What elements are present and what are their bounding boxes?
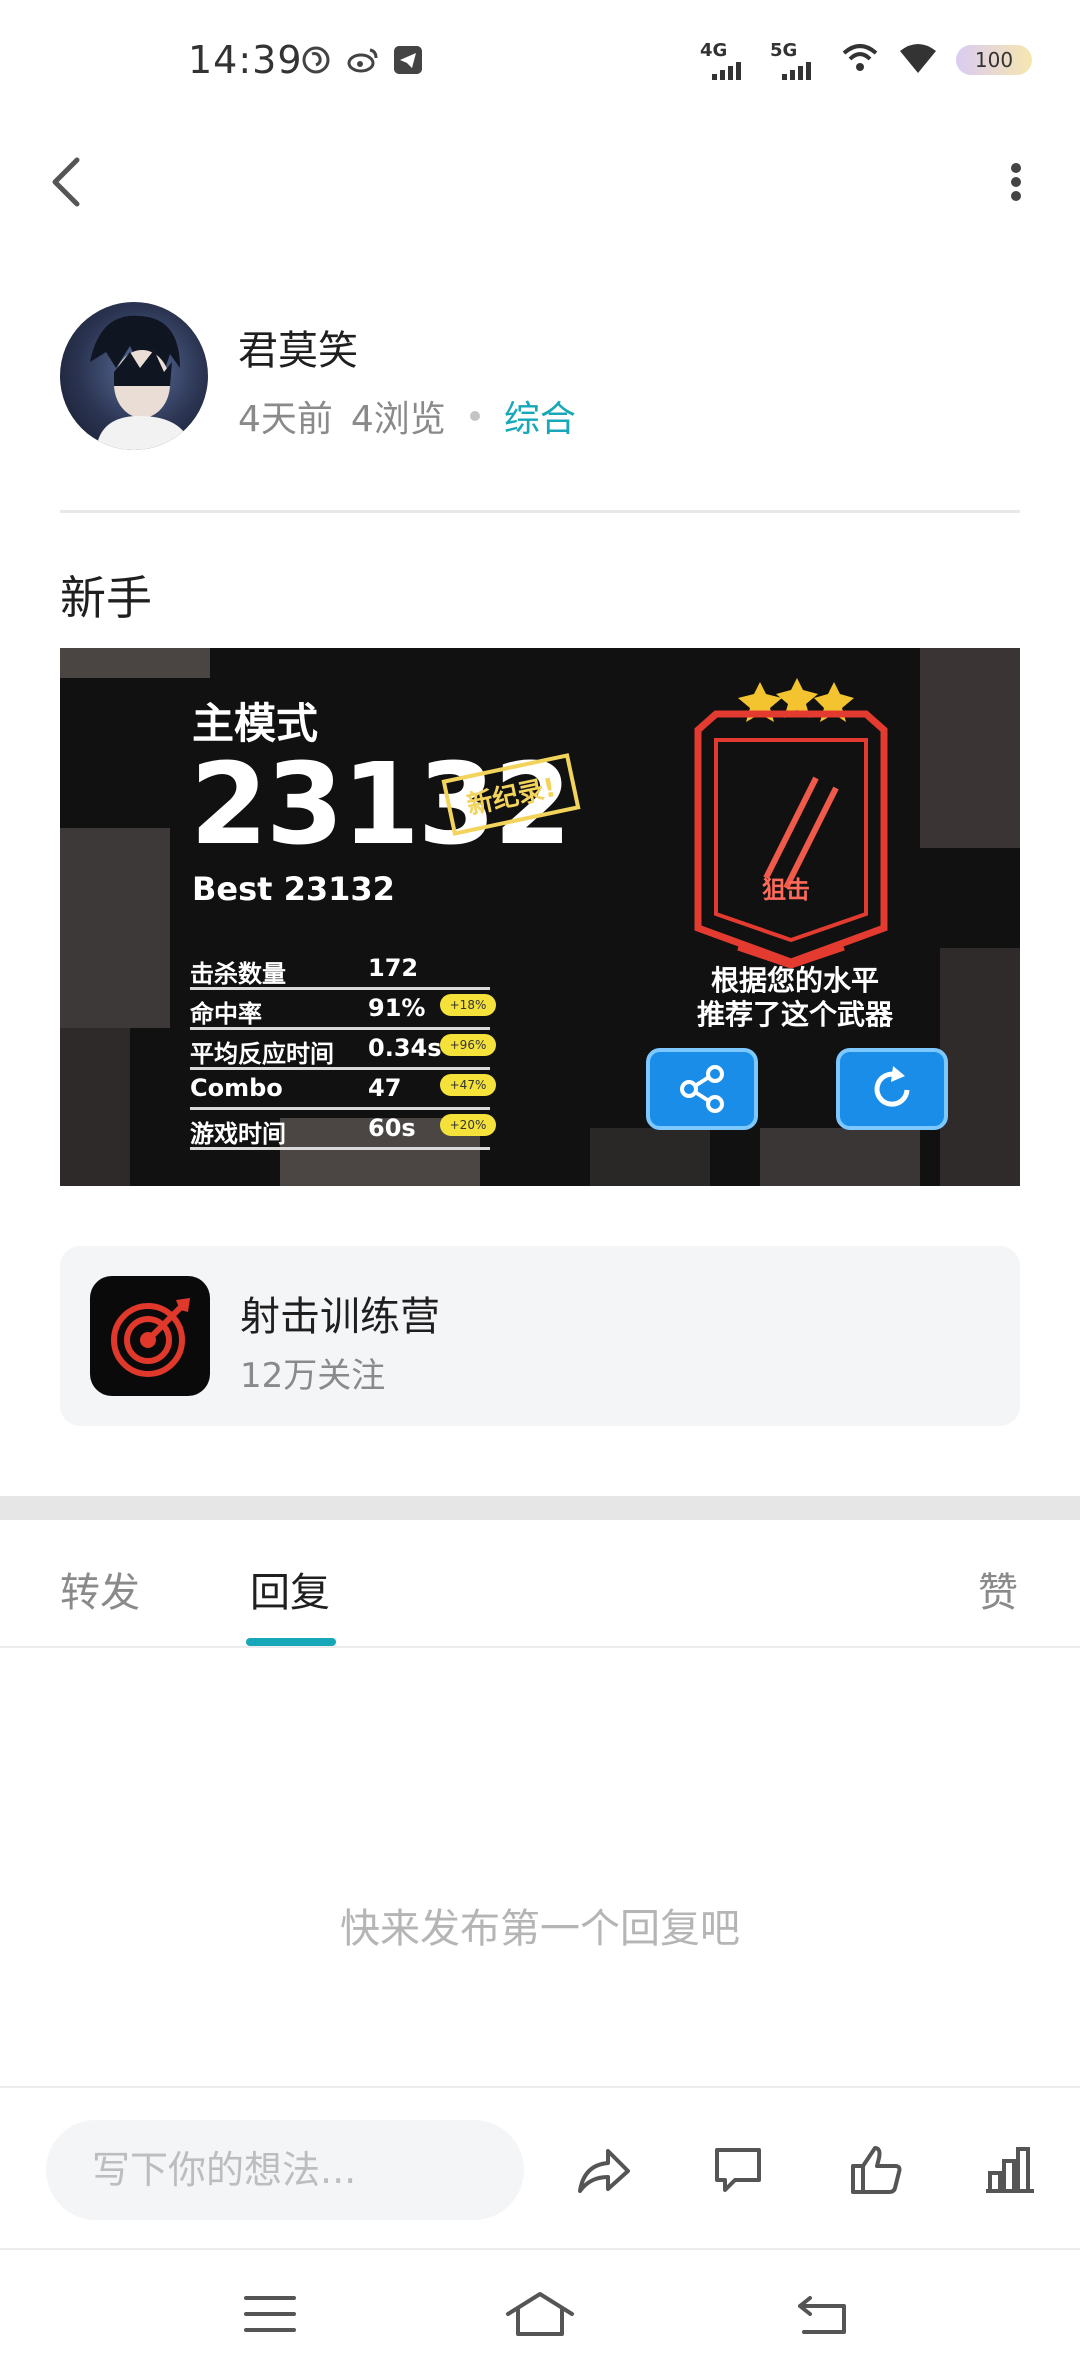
author-avatar[interactable]	[60, 302, 208, 450]
comment-icon	[715, 2148, 761, 2192]
stat-bonus-badge: +18%	[440, 994, 496, 1016]
post-time: 4天前	[238, 399, 333, 440]
wifi-icon	[898, 41, 938, 79]
refresh-icon	[874, 1066, 910, 1107]
nav-home-button[interactable]	[504, 2282, 576, 2346]
active-tab-indicator	[246, 1638, 336, 1646]
stat-row: 游戏时间 60s +20%	[190, 1110, 496, 1150]
empty-replies-hint: 快来发布第一个回复吧	[340, 1906, 740, 1952]
stat-row: 击杀数量 172	[190, 950, 490, 990]
signal-4g-icon: 4G	[700, 40, 752, 80]
telegram-icon	[392, 44, 424, 76]
stat-row: 命中率 91% +18%	[190, 990, 496, 1030]
post-title: 新手	[60, 571, 152, 625]
hotspot-icon	[840, 41, 880, 79]
game-retry-button	[836, 1048, 948, 1130]
netease-icon	[300, 44, 332, 76]
author-divider	[60, 510, 1020, 513]
status-time: 14:39	[188, 38, 303, 82]
return-icon	[798, 2296, 846, 2334]
system-nav-bar	[0, 2252, 1080, 2376]
bottom-action-bar	[0, 2086, 1080, 2250]
stat-row: 平均反应时间 0.34s +96%	[190, 1030, 496, 1070]
nav-menu-button[interactable]	[234, 2282, 306, 2346]
like-button[interactable]	[844, 2138, 908, 2202]
stat-row: Combo 47 +47%	[190, 1070, 496, 1110]
share-nodes-icon	[680, 1065, 724, 1113]
comment-button[interactable]	[706, 2138, 770, 2202]
community-followers: 12万关注	[240, 1356, 386, 1396]
post-image[interactable]: 主模式 23132 新纪录! Best 23132 击杀数量 172 命中率 9…	[60, 648, 1020, 1186]
game-best-score: Best 23132	[192, 870, 395, 908]
status-app-icons	[300, 44, 424, 76]
tab-like[interactable]: 赞	[978, 1560, 1018, 1618]
stat-bonus-badge: +20%	[440, 1114, 496, 1136]
meta-separator-dot	[469, 411, 480, 421]
reply-tabs: 转发 回复 赞	[0, 1520, 1080, 1648]
emblem-label: 狙击	[762, 876, 810, 904]
section-separator	[0, 1496, 1080, 1520]
back-button[interactable]	[40, 150, 92, 214]
share-button[interactable]	[572, 2138, 636, 2202]
chevron-left-icon	[52, 157, 80, 207]
signal-5g-icon: 5G	[770, 40, 822, 80]
menu-icon	[244, 2296, 296, 2332]
post-category[interactable]: 综合	[504, 390, 576, 442]
game-share-button	[646, 1048, 758, 1130]
game-stats: 击杀数量 172 命中率 91% +18% 平均反应时间 0.34s +96% …	[190, 950, 496, 1150]
weapon-recommendation: 根据您的水平 推荐了这个武器	[696, 964, 893, 1031]
nav-back-button[interactable]	[786, 2282, 858, 2346]
post-views: 4浏览	[350, 399, 446, 440]
share-icon	[578, 2149, 630, 2193]
battery-indicator: 100	[956, 45, 1032, 75]
more-vertical-icon	[1011, 163, 1021, 201]
post-meta: 4天前 4浏览 综合	[238, 390, 576, 442]
stat-bonus-badge: +96%	[440, 1034, 496, 1056]
thumbs-up-icon	[851, 2146, 902, 2194]
weapon-emblem	[694, 678, 888, 968]
tab-reply[interactable]: 回复	[250, 1560, 330, 1618]
target-icon	[111, 1298, 190, 1377]
more-options-button[interactable]	[996, 150, 1036, 214]
home-icon	[506, 2292, 574, 2336]
stats-button[interactable]	[978, 2138, 1042, 2202]
stat-bonus-badge: +47%	[440, 1074, 496, 1096]
status-indicators: 4G 5G 100	[700, 40, 1032, 80]
community-card[interactable]: 射击训练营 12万关注	[60, 1246, 1020, 1426]
tab-forward[interactable]: 转发	[60, 1560, 140, 1618]
community-icon	[90, 1276, 210, 1396]
comment-input[interactable]	[46, 2120, 524, 2220]
weibo-icon	[346, 44, 378, 76]
community-name: 射击训练营	[240, 1294, 440, 1340]
avatar-image	[90, 315, 192, 450]
status-bar: 14:39 4G 5G 100	[0, 0, 1080, 130]
author-name[interactable]: 君莫笑	[238, 318, 358, 376]
bar-chart-icon	[986, 2147, 1034, 2193]
